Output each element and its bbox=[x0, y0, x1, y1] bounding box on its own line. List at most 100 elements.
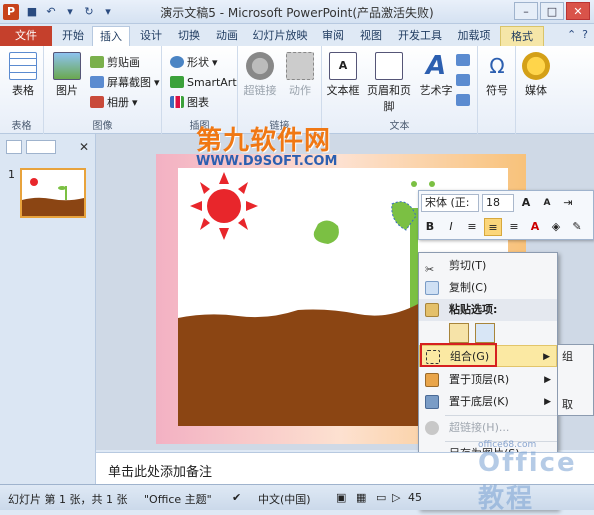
outline-tab[interactable] bbox=[26, 140, 56, 154]
send-to-back-icon bbox=[425, 395, 439, 409]
tab-developer[interactable]: 开发工具 bbox=[392, 26, 448, 46]
font-name-field[interactable]: 宋体 (正: bbox=[421, 194, 479, 212]
italic-icon[interactable]: I bbox=[442, 218, 460, 236]
date-time-button[interactable] bbox=[456, 52, 470, 68]
menu-item-bring-front[interactable]: 置于顶层(R) ▶ bbox=[419, 369, 557, 391]
indent-icon[interactable]: ⇥ bbox=[559, 194, 577, 212]
object-button[interactable] bbox=[456, 92, 470, 108]
highlight-box bbox=[420, 343, 497, 367]
sun-shape[interactable] bbox=[190, 172, 258, 240]
table-button[interactable]: 表格 bbox=[8, 52, 38, 98]
media-icon bbox=[522, 52, 550, 80]
group-label: 图像 bbox=[92, 121, 113, 132]
media-button[interactable]: 媒体 bbox=[520, 52, 552, 98]
screenshot-button[interactable]: 屏幕截图 ▾ bbox=[90, 74, 160, 90]
group-symbols: Ω 符号 bbox=[478, 46, 516, 134]
help-icon[interactable]: ? bbox=[582, 28, 588, 41]
ribbon-right-controls: ⌃ ? bbox=[567, 28, 588, 41]
tab-view[interactable]: 视图 bbox=[354, 26, 388, 46]
slides-panel: ✕ 1 bbox=[0, 134, 96, 484]
submenu-arrow-icon: ▶ bbox=[544, 375, 551, 385]
align-right-icon[interactable]: ≡ bbox=[505, 218, 523, 236]
tab-insert[interactable]: 插入 bbox=[92, 26, 130, 46]
leaf-shape[interactable] bbox=[313, 220, 339, 244]
submenu-item-ungroup[interactable]: 取 bbox=[558, 393, 593, 417]
tab-design[interactable]: 设计 bbox=[134, 26, 168, 46]
ribbon-tabs: 文件 开始 插入 设计 切换 动画 幻灯片放映 审阅 视图 开发工具 加载项 格… bbox=[0, 24, 594, 46]
object-icon bbox=[456, 94, 470, 106]
close-button[interactable]: ✕ bbox=[566, 2, 590, 20]
menu-separator bbox=[445, 415, 557, 416]
slides-tab[interactable] bbox=[6, 140, 22, 154]
album-button[interactable]: 相册 ▾ bbox=[90, 94, 138, 110]
theme-status[interactable]: "Office 主题" bbox=[144, 491, 212, 507]
paste-keep-source-icon[interactable] bbox=[449, 323, 469, 343]
font-size-field[interactable]: 18 bbox=[482, 194, 514, 212]
brand-url: WWW.D9SOFT.COM bbox=[196, 154, 338, 169]
menu-item-send-back[interactable]: 置于底层(K) ▶ bbox=[419, 391, 557, 413]
hyperlink-button[interactable]: 超链接 bbox=[242, 52, 278, 98]
submenu-item-regroup[interactable] bbox=[558, 369, 593, 393]
sorter-view-icon[interactable]: ▦ bbox=[356, 491, 366, 504]
tab-format[interactable]: 格式 bbox=[500, 26, 544, 46]
align-left-icon[interactable]: ≡ bbox=[463, 218, 481, 236]
tab-slideshow[interactable]: 幻灯片放映 bbox=[250, 26, 310, 46]
wordart-button[interactable]: A 艺术字 bbox=[418, 52, 454, 98]
mini-toolbar-row1: 宋体 (正: 18 A A ⇥ bbox=[421, 193, 577, 213]
reading-view-icon[interactable]: ▭ bbox=[376, 491, 386, 504]
panel-close-icon[interactable]: ✕ bbox=[79, 140, 89, 154]
tab-addins[interactable]: 加载项 bbox=[452, 26, 496, 46]
language-status[interactable]: 中文(中国) bbox=[258, 491, 311, 507]
normal-view-icon[interactable]: ▣ bbox=[336, 491, 346, 504]
clipart-icon bbox=[90, 56, 104, 68]
menu-header-paste: 粘贴选项: bbox=[419, 299, 557, 321]
tab-review[interactable]: 审阅 bbox=[316, 26, 350, 46]
tab-home[interactable]: 开始 bbox=[56, 26, 90, 46]
shrink-font-icon[interactable]: A bbox=[538, 194, 556, 212]
shapes-button[interactable]: 形状 ▾ bbox=[170, 54, 218, 70]
slideshow-view-icon[interactable]: ▷ bbox=[392, 491, 400, 504]
smartart-button[interactable]: SmartArt bbox=[170, 74, 237, 90]
minimize-ribbon-icon[interactable]: ⌃ bbox=[567, 28, 576, 41]
group-images: 图片 剪贴画 屏幕截图 ▾ 相册 ▾ 图像 bbox=[44, 46, 162, 134]
album-icon bbox=[90, 96, 104, 108]
grow-font-icon[interactable]: A bbox=[517, 194, 535, 212]
date-time-icon bbox=[456, 54, 470, 66]
clipart-button[interactable]: 剪贴画 bbox=[90, 54, 140, 70]
textbox-button[interactable]: A 文本框 bbox=[324, 52, 362, 98]
tab-transitions[interactable]: 切换 bbox=[172, 26, 206, 46]
screenshot-icon bbox=[90, 76, 104, 88]
tab-animations[interactable]: 动画 bbox=[210, 26, 244, 46]
submenu-item-group[interactable]: 组 bbox=[558, 345, 593, 369]
slide-number-button[interactable] bbox=[456, 72, 470, 88]
window-controls: – □ ✕ bbox=[514, 2, 590, 20]
action-button[interactable]: 动作 bbox=[282, 52, 318, 98]
menu-item-copy[interactable]: 复制(C) bbox=[419, 277, 557, 299]
paste-options bbox=[449, 323, 495, 343]
line-color-icon[interactable]: ✎ bbox=[568, 218, 586, 236]
spellcheck-icon[interactable]: ✔ bbox=[232, 491, 241, 504]
zoom-level[interactable]: 45 bbox=[408, 491, 422, 504]
copy-icon bbox=[425, 281, 439, 295]
title-bar: P ■ ↶ ▾ ↻ ▾ 演示文稿5 - Microsoft PowerPoint… bbox=[0, 0, 594, 24]
chart-button[interactable]: 图表 bbox=[170, 94, 209, 110]
textbox-icon: A bbox=[329, 52, 357, 80]
fill-color-icon[interactable]: ◈ bbox=[547, 218, 565, 236]
slide-thumbnail[interactable] bbox=[20, 168, 86, 218]
bold-icon[interactable]: B bbox=[421, 218, 439, 236]
slide-number: 1 bbox=[8, 168, 15, 181]
font-color-icon[interactable]: A bbox=[526, 218, 544, 236]
menu-item-cut[interactable]: ✂ 剪切(T) bbox=[419, 255, 557, 277]
minimize-button[interactable]: – bbox=[514, 2, 538, 20]
header-footer-icon bbox=[375, 52, 403, 80]
panel-tabs bbox=[6, 140, 90, 156]
tab-file[interactable]: 文件 bbox=[0, 26, 52, 46]
align-center-icon[interactable]: ≡ bbox=[484, 218, 502, 236]
action-icon bbox=[286, 52, 314, 80]
paste-as-picture-icon[interactable] bbox=[475, 323, 495, 343]
maximize-button[interactable]: □ bbox=[540, 2, 564, 20]
menu-item-hyperlink[interactable]: 超链接(H)... bbox=[419, 417, 557, 439]
picture-button[interactable]: 图片 bbox=[52, 52, 82, 98]
symbol-button[interactable]: Ω 符号 bbox=[482, 52, 512, 98]
header-footer-button[interactable]: 页眉和页脚 bbox=[362, 52, 416, 114]
